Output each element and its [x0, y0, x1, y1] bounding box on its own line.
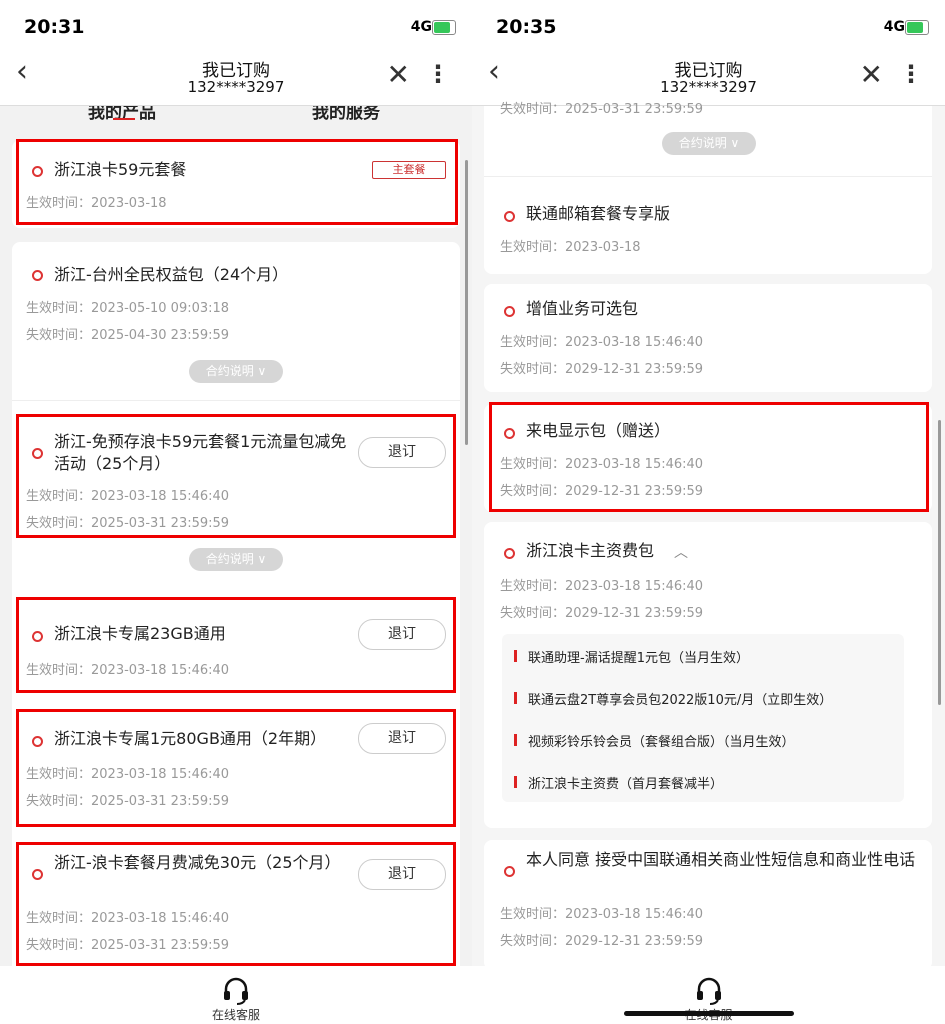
tab-bar: 我的产品 我的服务 [0, 106, 472, 120]
right-screen: 20:35 4G ‹ 我已订购 132****3297 ✕ ⋮ 失效时间：202… [472, 0, 945, 1024]
product-name: 本人同意 接受中国联通相关商业性短信息和商业性电话 [526, 850, 916, 869]
product-name: 浙江浪卡主资费包 [526, 541, 655, 560]
battery-icon [905, 20, 929, 35]
battery-icon [432, 20, 456, 35]
contract-label: 合约说明 [678, 136, 727, 150]
signal-indicator: 4G [883, 19, 905, 35]
subitem: 视频彩铃乐铃会员（套餐组合版）（当月生效） [528, 735, 795, 750]
subitem-marker [514, 734, 517, 746]
product-card: 增值业务可选包 生效时间：2023-03-18 15:46:40 失效时间：20… [484, 284, 932, 392]
home-indicator[interactable] [624, 1011, 794, 1016]
effective-time: 生效时间：2023-03-18 15:46:40 [500, 907, 704, 922]
customer-service-label[interactable]: 在线客服 [0, 1006, 472, 1023]
close-icon[interactable]: ✕ [860, 58, 883, 91]
product-name: 联通邮箱套餐专享版 [526, 204, 671, 223]
headset-icon[interactable] [694, 976, 724, 1006]
subitem-marker [514, 776, 517, 788]
signal-indicator: 4G [410, 19, 432, 35]
left-screen: 20:31 4G ‹ 我已订购 132****3297 ✕ ⋮ 我的产品 我的服… [0, 0, 472, 1024]
expire-time: 失效时间：2029-12-31 23:59:59 [500, 606, 704, 621]
effective-time: 生效时间：2023-03-18 [500, 240, 641, 255]
bottom-bar: 在线客服 [0, 966, 472, 1024]
contract-label: 合约说明 [205, 552, 254, 566]
subitem: 联通云盘2T尊享会员包2022版10元/月（立即生效） [528, 693, 833, 708]
tab-services[interactable]: 我的服务 [312, 106, 380, 120]
status-time: 20:31 [24, 16, 85, 38]
tab-indicator [113, 118, 135, 120]
product-card: 本人同意 接受中国联通相关商业性短信息和商业性电话 生效时间：2023-03-1… [484, 840, 932, 970]
bullet-icon [504, 211, 515, 222]
headset-icon[interactable] [221, 976, 251, 1006]
divider [12, 400, 460, 401]
subitem: 浙江浪卡主资费（首月套餐减半） [528, 777, 724, 792]
divider [484, 176, 932, 177]
highlight-box [16, 139, 458, 225]
contract-button[interactable]: 合约说明 ∨ [189, 548, 283, 571]
subitem-marker [514, 650, 517, 662]
bullet-icon [32, 270, 43, 281]
product-card: 浙江浪卡主资费包 ︿ 生效时间：2023-03-18 15:46:40 失效时间… [484, 522, 932, 828]
subitem-list: 联通助理-漏话提醒1元包（当月生效） 联通云盘2T尊享会员包2022版10元/月… [502, 634, 904, 802]
contract-label: 合约说明 [205, 364, 254, 378]
more-icon[interactable]: ⋮ [899, 60, 923, 88]
status-bar: 20:31 4G [0, 0, 472, 50]
scrollbar[interactable] [938, 420, 941, 705]
product-name: 增值业务可选包 [526, 299, 639, 318]
nav-bar: ‹ 我已订购 132****3297 ✕ ⋮ [0, 50, 472, 106]
highlight-box [16, 597, 456, 693]
highlight-box [16, 414, 456, 538]
subitem: 联通助理-漏话提醒1元包（当月生效） [528, 651, 749, 666]
close-icon[interactable]: ✕ [387, 58, 410, 91]
product-card: 失效时间：2025-03-31 23:59:59 合约说明 ∨ 联通邮箱套餐专享… [484, 102, 932, 274]
contract-button[interactable]: 合约说明 ∨ [189, 360, 283, 383]
product-name: 浙江-台州全民权益包（24个月） [54, 265, 289, 284]
scrollbar[interactable] [465, 160, 468, 445]
bullet-icon [504, 548, 515, 559]
effective-time: 生效时间：2023-05-10 09:03:18 [26, 301, 230, 316]
bullet-icon [504, 866, 515, 877]
effective-time: 生效时间：2023-03-18 15:46:40 [500, 579, 704, 594]
effective-time: 生效时间：2023-03-18 15:46:40 [500, 335, 704, 350]
status-bar: 20:35 4G [472, 0, 945, 50]
bullet-icon [504, 306, 515, 317]
highlight-box [489, 402, 929, 512]
contract-button[interactable]: 合约说明 ∨ [662, 132, 756, 155]
highlight-box [16, 709, 456, 827]
expire-time: 失效时间：2025-04-30 23:59:59 [26, 328, 230, 343]
highlight-box [16, 842, 456, 966]
subitem-marker [514, 692, 517, 704]
chevron-up-icon[interactable]: ︿ [674, 542, 688, 562]
more-icon[interactable]: ⋮ [426, 60, 450, 88]
expire-time: 失效时间：2029-12-31 23:59:59 [500, 934, 704, 949]
expire-time-cut: 失效时间：2025-03-31 23:59:59 [500, 102, 704, 117]
status-time: 20:35 [496, 16, 557, 38]
expire-time: 失效时间：2029-12-31 23:59:59 [500, 362, 704, 377]
bottom-bar: 在线客服 [472, 966, 945, 1024]
